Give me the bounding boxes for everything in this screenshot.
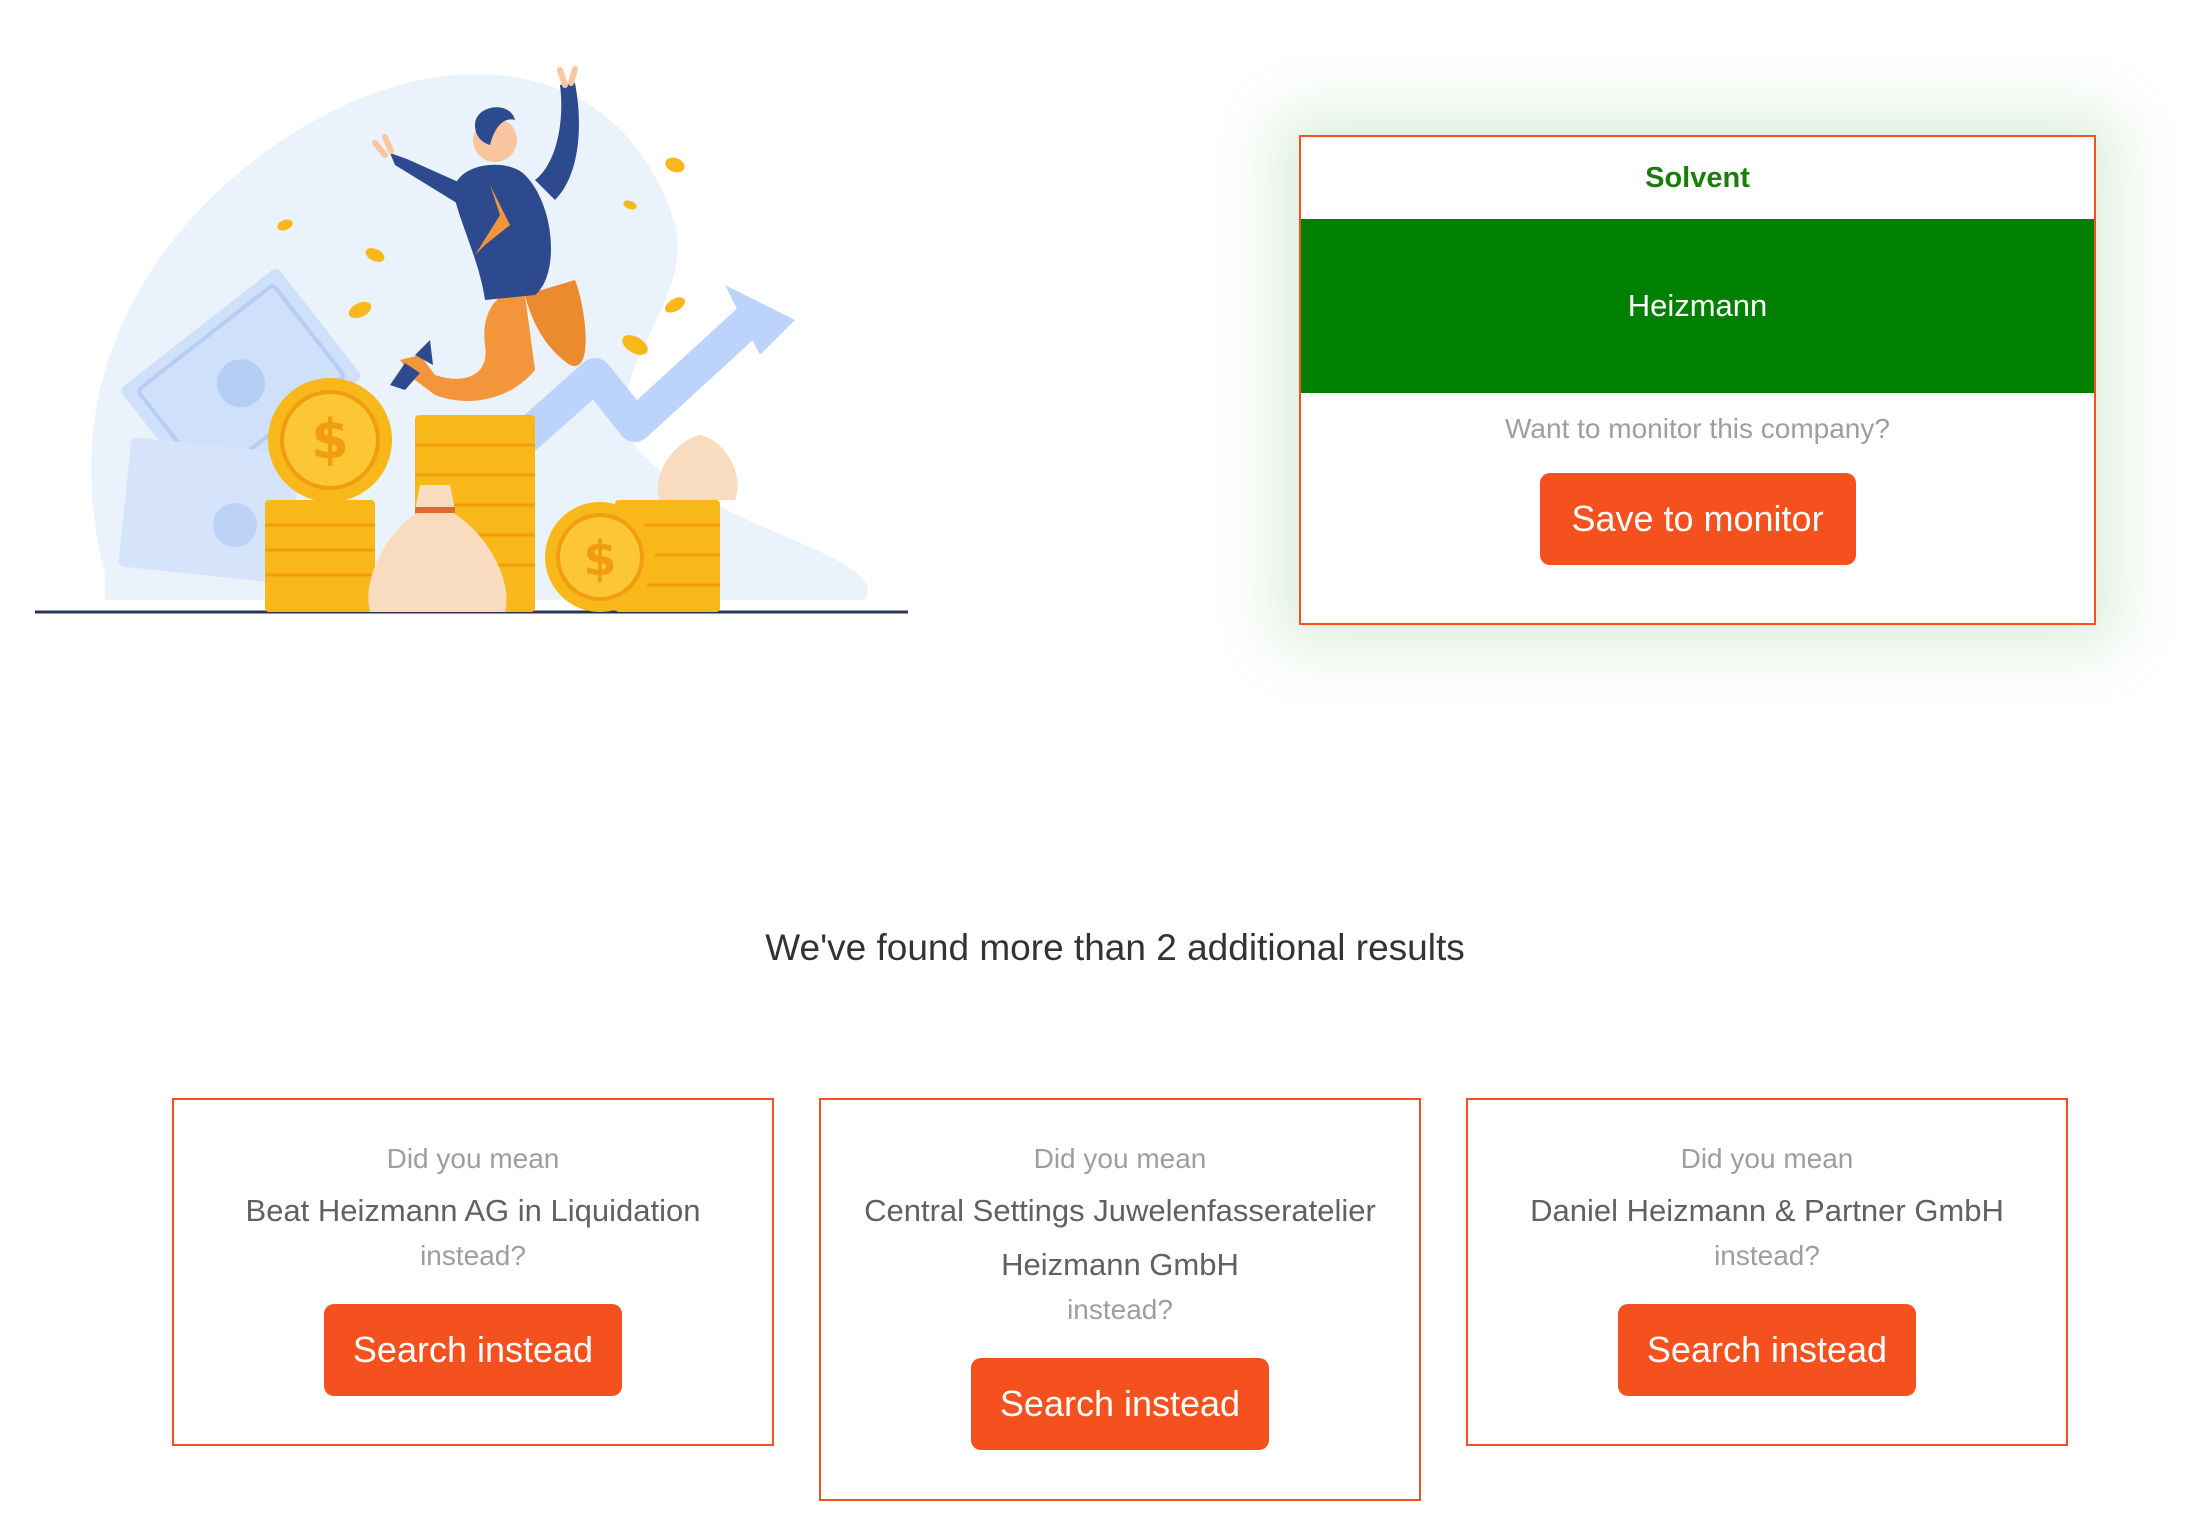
suggestion-card: Did you mean Central Settings Juwelenfas… xyxy=(819,1098,1421,1501)
suggestion-card: Did you mean Daniel Heizmann & Partner G… xyxy=(1466,1098,2068,1446)
search-instead-button[interactable]: Search instead xyxy=(1618,1304,1916,1396)
suggested-company-name: Central Settings Juwelenfasseratelier He… xyxy=(864,1193,1376,1282)
instead-label: instead? xyxy=(1067,1294,1173,1325)
monitor-prompt-text: Want to monitor this company? xyxy=(1505,413,1890,444)
did-you-mean-label: Did you mean xyxy=(1680,1143,1854,1174)
svg-text:$: $ xyxy=(583,531,616,587)
instead-label: instead? xyxy=(1714,1240,1820,1271)
save-to-monitor-button[interactable]: Save to monitor xyxy=(1539,473,1856,565)
suggested-company-name: Daniel Heizmann & Partner GmbH xyxy=(1530,1193,2004,1228)
page: $ $ Solvent Heizmann Want to monitor thi… xyxy=(0,0,2193,1525)
svg-text:$: $ xyxy=(311,408,349,471)
search-instead-button[interactable]: Search instead xyxy=(324,1304,622,1396)
company-result-card: Solvent Heizmann Want to monitor this co… xyxy=(1299,135,2096,625)
company-name-banner: Heizmann xyxy=(1301,219,2094,393)
did-you-mean-label: Did you mean xyxy=(386,1143,560,1174)
instead-label: instead? xyxy=(420,1240,526,1271)
did-you-mean-label: Did you mean xyxy=(1033,1143,1207,1174)
suggestion-card: Did you mean Beat Heizmann AG in Liquida… xyxy=(172,1098,774,1446)
additional-results-heading: We've found more than 2 additional resul… xyxy=(765,927,1465,968)
businessman-coins-illustration: $ $ xyxy=(35,66,908,614)
suggested-company-name: Beat Heizmann AG in Liquidation xyxy=(245,1193,701,1228)
search-instead-button[interactable]: Search instead xyxy=(971,1358,1269,1450)
company-name: Heizmann xyxy=(1627,288,1768,323)
solvency-status-label: Solvent xyxy=(1645,161,1750,194)
